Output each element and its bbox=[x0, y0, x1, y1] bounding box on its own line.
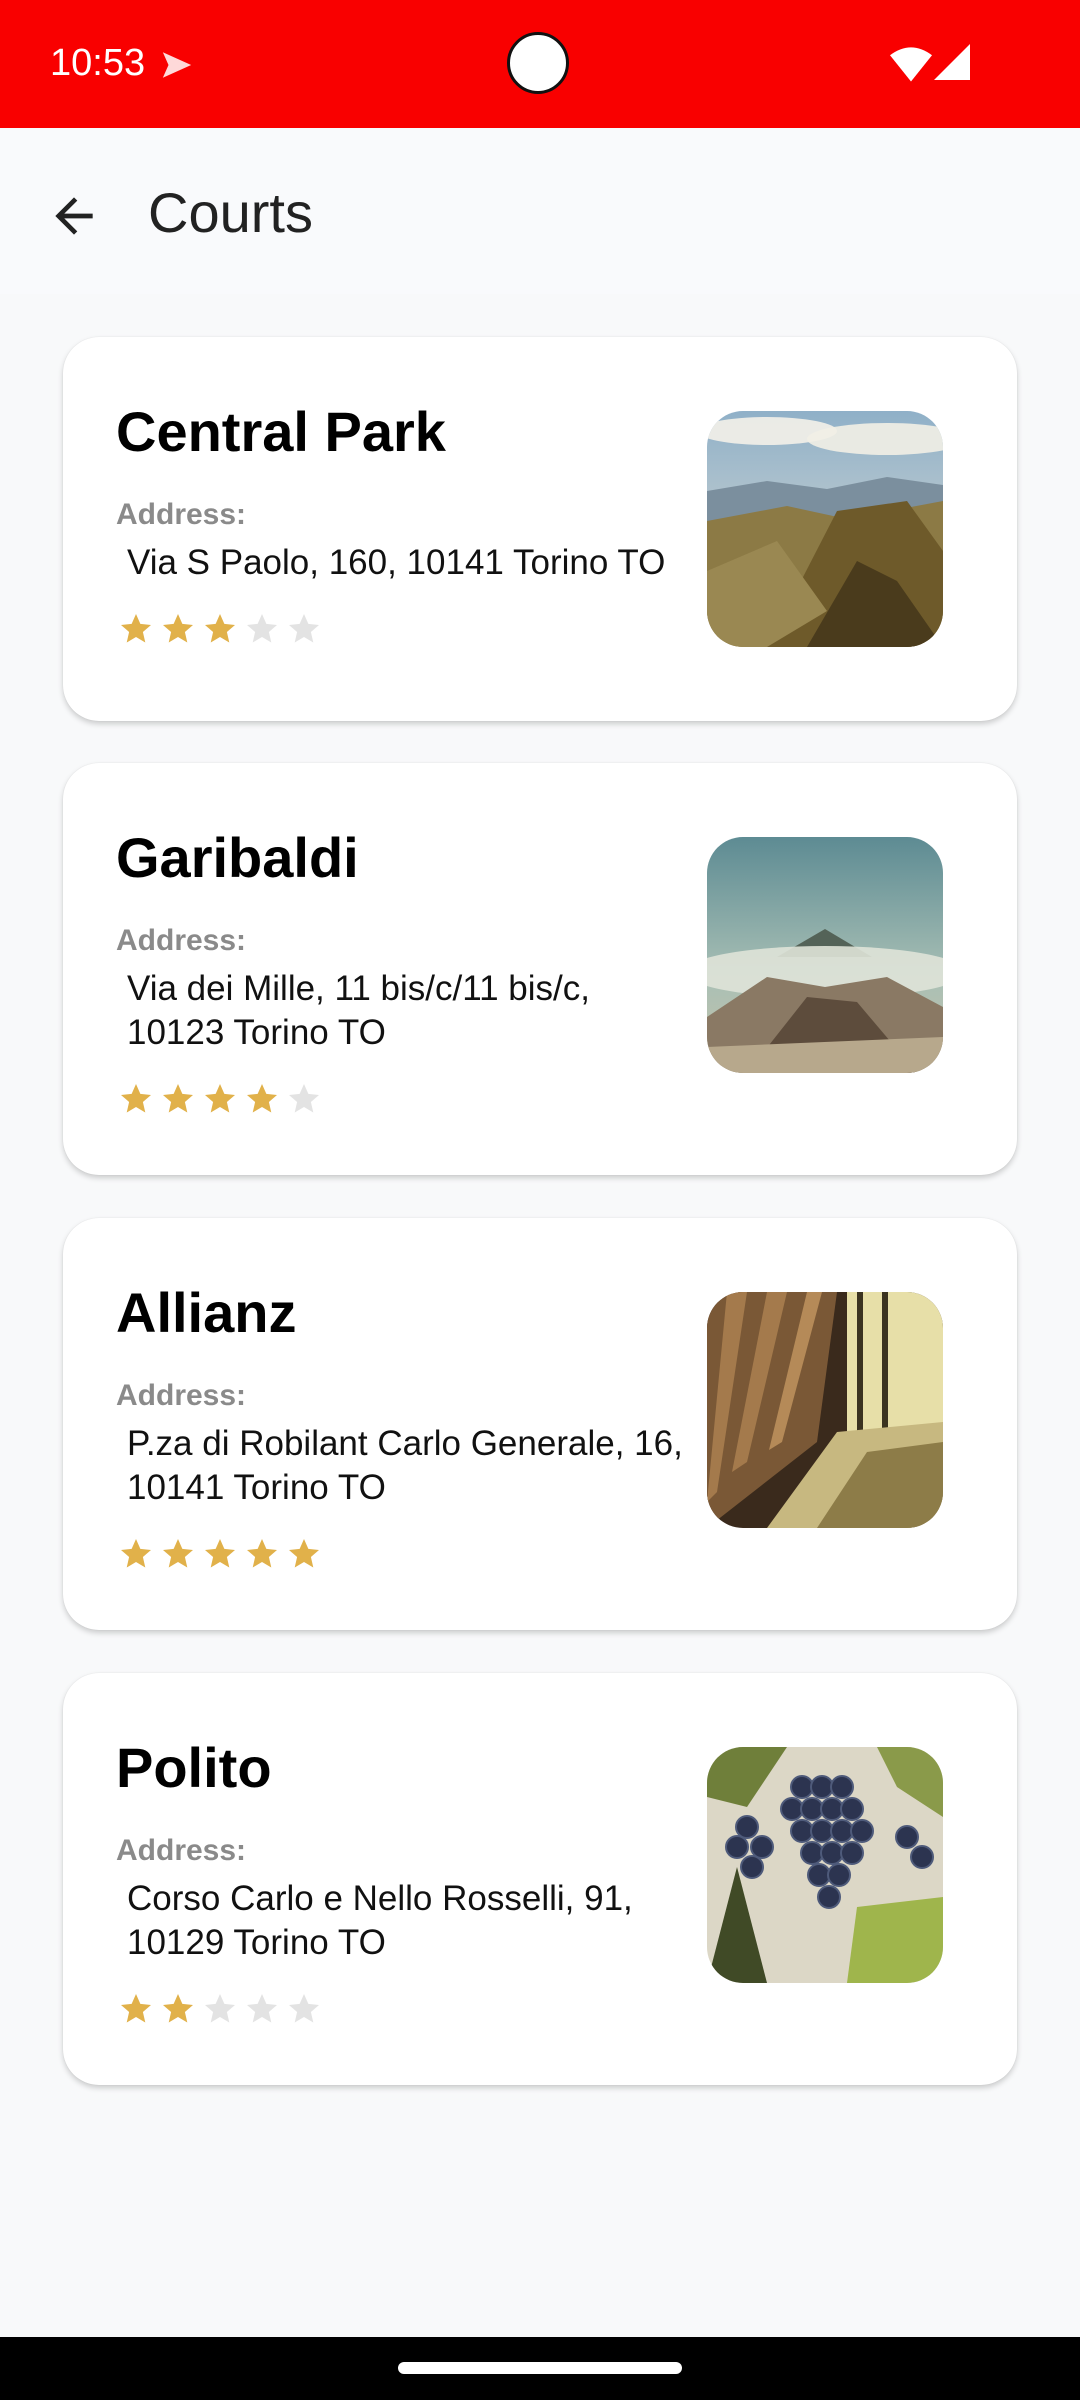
home-indicator[interactable] bbox=[398, 2362, 682, 2374]
star-filled-icon bbox=[289, 1539, 319, 1568]
court-name: Polito bbox=[116, 1736, 272, 1799]
star-empty-icon bbox=[247, 1994, 277, 2023]
court-name: Central Park bbox=[116, 400, 446, 463]
status-time: 10:53 bbox=[50, 42, 146, 84]
court-card[interactable]: Central Park Address: Via S Paolo, 160, … bbox=[63, 337, 1017, 721]
star-empty-icon bbox=[289, 1994, 319, 2023]
address-value: Via dei Mille, 11 bis/c/11 bis/c, 10123 … bbox=[127, 969, 590, 1052]
address-label: Address: bbox=[116, 1834, 247, 1867]
star-filled-icon bbox=[205, 614, 235, 643]
page-title: Courts bbox=[148, 181, 313, 244]
star-empty-icon bbox=[289, 614, 319, 643]
address-label: Address: bbox=[116, 924, 247, 957]
star-empty-icon bbox=[289, 1084, 319, 1113]
star-filled-icon bbox=[205, 1084, 235, 1113]
camera-cutout bbox=[507, 32, 569, 94]
court-image bbox=[707, 837, 943, 1073]
star-filled-icon bbox=[163, 614, 193, 643]
wifi-icon bbox=[890, 47, 932, 82]
rating-stars bbox=[118, 1081, 322, 1117]
star-empty-icon bbox=[247, 614, 277, 643]
star-filled-icon bbox=[163, 1084, 193, 1113]
signal-icon bbox=[934, 44, 970, 80]
court-name: Allianz bbox=[116, 1281, 297, 1344]
send-icon bbox=[162, 52, 192, 78]
star-filled-icon bbox=[163, 1539, 193, 1568]
wine-barrels-photo bbox=[707, 1292, 943, 1528]
arrow-left-icon[interactable] bbox=[46, 188, 102, 244]
address-value: P.za di Robilant Carlo Generale, 16, 101… bbox=[127, 1424, 683, 1507]
court-card[interactable]: Garibaldi Address: Via dei Mille, 11 bis… bbox=[63, 763, 1017, 1175]
rating-stars bbox=[118, 1991, 322, 2027]
star-filled-icon bbox=[163, 1994, 193, 2023]
court-name: Garibaldi bbox=[116, 826, 359, 889]
court-image bbox=[707, 1292, 943, 1528]
star-filled-icon bbox=[121, 1539, 151, 1568]
court-image bbox=[707, 411, 943, 647]
star-filled-icon bbox=[205, 1539, 235, 1568]
status-bar: 10:53 bbox=[0, 0, 1080, 128]
address-label: Address: bbox=[116, 1379, 247, 1412]
star-filled-icon bbox=[121, 1994, 151, 2023]
rating-stars bbox=[118, 611, 322, 647]
court-card[interactable]: Allianz Address: P.za di Robilant Carlo … bbox=[63, 1218, 1017, 1630]
address-value: Via S Paolo, 160, 10141 Torino TO bbox=[127, 543, 666, 582]
star-filled-icon bbox=[247, 1084, 277, 1113]
rating-stars bbox=[118, 1536, 322, 1572]
mountain-ridge-photo bbox=[707, 411, 943, 647]
star-filled-icon bbox=[121, 614, 151, 643]
star-filled-icon bbox=[247, 1539, 277, 1568]
address-value: Corso Carlo e Nello Rosselli, 91, 10129 … bbox=[127, 1879, 633, 1962]
address-label: Address: bbox=[116, 498, 247, 531]
grapes-photo bbox=[707, 1747, 943, 1983]
star-filled-icon bbox=[121, 1084, 151, 1113]
volcano-photo bbox=[707, 837, 943, 1073]
court-image bbox=[707, 1747, 943, 1983]
court-card[interactable]: Polito Address: Corso Carlo e Nello Ross… bbox=[63, 1673, 1017, 2085]
star-empty-icon bbox=[205, 1994, 235, 2023]
